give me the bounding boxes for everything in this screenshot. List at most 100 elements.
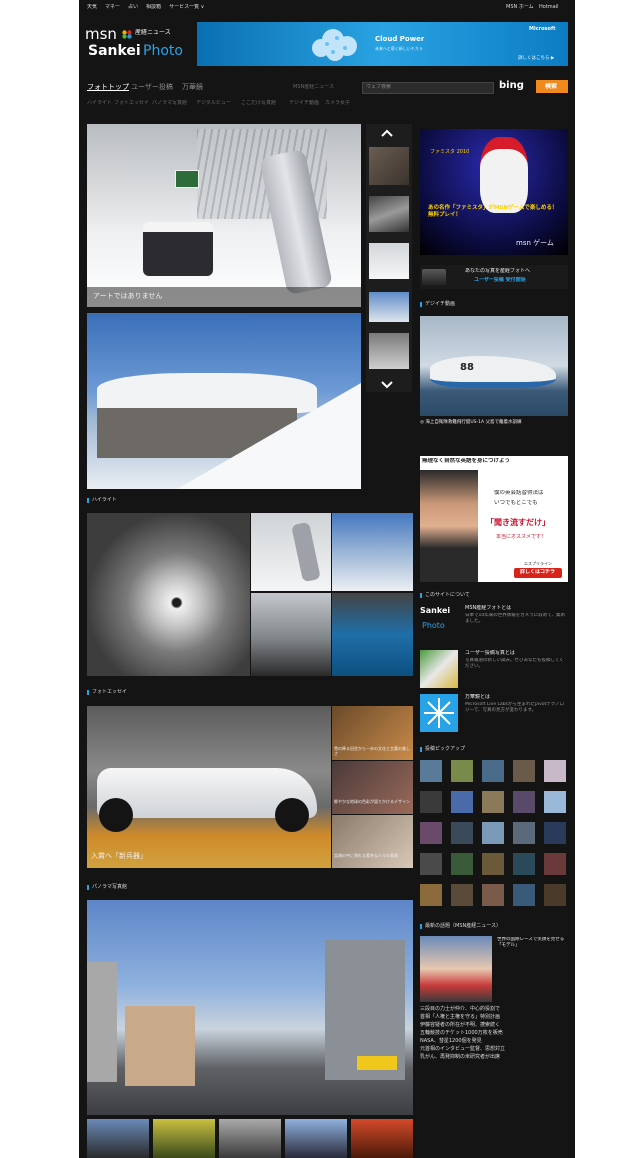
tab-photo-top[interactable]: フォトトップ [87, 83, 129, 92]
nav-msn-home[interactable]: MSN ホーム [506, 4, 534, 11]
topic-item-1[interactable]: 三段目の力士が仲介、中心的役割で [420, 1005, 568, 1013]
pickup-thumb[interactable] [420, 760, 442, 782]
about-item-1-title[interactable]: MSN産経フォトとは [465, 605, 511, 612]
topic-item-4[interactable]: 五輪競技のチケット1000万枚を販売 [420, 1029, 568, 1037]
pickup-thumb[interactable] [513, 822, 535, 844]
pickup-thumb[interactable] [513, 853, 535, 875]
essay-thumb-3[interactable]: 笑顔の中に現れる素朴な人々の表情 [332, 815, 413, 868]
tab-kaleidoscope[interactable]: 万華鏡 [182, 83, 203, 92]
topic-item-3[interactable]: 伊藤容疑者の所在が不明、捜索続く [420, 1021, 568, 1029]
english-learning-ad[interactable]: 無理なく自然な英語を身につけよう 僕の英会話習得法は いつでもどこでも 「聞き流… [420, 456, 568, 582]
pickup-thumb[interactable] [513, 760, 535, 782]
pickup-thumb[interactable] [482, 884, 504, 906]
highlight-typhoon-photo[interactable] [87, 513, 250, 676]
famista-title: あの名作「ファミスタ」がMSNゲームで楽しめる！無料プレイ！ [428, 205, 558, 218]
slideshow-caption: アートではありません [93, 292, 163, 300]
topic-item-2[interactable]: 首相「人権と主権を守る」特別計画 [420, 1013, 568, 1021]
site-logo[interactable]: msn 産経ニュース Sankei Photo [85, 22, 201, 68]
highlight-thumb-car[interactable] [251, 513, 331, 591]
banner-link[interactable]: 詳しくはこちら ▶ [518, 55, 554, 62]
pickup-thumb[interactable] [451, 791, 473, 813]
famista-year: ファミスタ 2010 [430, 149, 470, 155]
pickup-thumb[interactable] [544, 853, 566, 875]
panorama-thumb-3[interactable] [219, 1119, 281, 1158]
subnav-digital-view[interactable]: デジタルビュー [196, 100, 231, 107]
topics-lead-text[interactable]: 世界の国際レースで笑顔を見せる「モデル」 [497, 937, 567, 949]
search-input[interactable]: ウェブ検索 [362, 82, 494, 94]
tab-user-posts[interactable]: ユーザー投稿 [131, 83, 173, 92]
pickup-thumb[interactable] [420, 853, 442, 875]
about-item-2-title[interactable]: ユーザー投稿写真とは [465, 650, 515, 657]
subnav-koko-dake[interactable]: ここだけ写真館 [241, 100, 276, 107]
pickup-thumb[interactable] [451, 822, 473, 844]
highlight-thumb-soccer[interactable] [332, 593, 413, 676]
topic-item-7[interactable]: 乳がん、再発抑制の米研究者が出席 [420, 1053, 568, 1061]
pickup-thumb[interactable] [482, 822, 504, 844]
thumb-4[interactable] [369, 292, 409, 322]
pickup-thumb[interactable] [451, 884, 473, 906]
pickup-thumb[interactable] [451, 853, 473, 875]
thumb-1[interactable] [369, 147, 409, 185]
highlight-thumb-landscape[interactable] [251, 593, 331, 676]
english-ad-button[interactable]: 詳しくはコチラ [514, 568, 562, 578]
pickup-thumb[interactable] [513, 791, 535, 813]
slideshow-second-photo[interactable] [87, 313, 361, 489]
user-post-link[interactable]: ユーザー投稿 受付開始 [474, 277, 526, 284]
pickup-thumb[interactable] [482, 791, 504, 813]
highlight-thumb-snow[interactable] [332, 513, 413, 591]
scroll-up-icon[interactable] [379, 124, 395, 137]
panorama-thumb-5[interactable] [351, 1119, 413, 1158]
nav-fortune[interactable]: 占い [128, 4, 138, 10]
famista-game-ad[interactable]: ファミスタ 2010 あの名作「ファミスタ」がMSNゲームで楽しめる！無料プレイ… [420, 129, 568, 255]
thumb-5[interactable] [369, 333, 409, 369]
cloud-power-banner-ad[interactable]: Cloud Power 未来へと導く新しいチカラ Microsoft 詳しくはこ… [197, 22, 568, 66]
pickup-thumb[interactable] [482, 853, 504, 875]
essay-main-photo[interactable]: 入賞へ「新兵器」 [87, 706, 331, 868]
about-logo-photo: Photo [422, 621, 445, 630]
video-thumbnail[interactable]: 88 [420, 316, 568, 416]
search-button[interactable]: 検索 [536, 80, 568, 93]
scroll-down-icon[interactable] [379, 376, 395, 389]
nav-weather[interactable]: 天気 [87, 4, 97, 10]
topic-item-5[interactable]: NASA、彗星1200個を発見 [420, 1037, 568, 1045]
panorama-thumb-2[interactable] [153, 1119, 215, 1158]
pickup-thumb[interactable] [451, 760, 473, 782]
pickup-thumb[interactable] [482, 760, 504, 782]
subnav-highlight[interactable]: ハイライト [87, 100, 112, 107]
slideshow-main-photo[interactable]: アートではありません [87, 124, 361, 307]
pickup-thumb[interactable] [544, 791, 566, 813]
nav-money[interactable]: マネー [105, 4, 120, 10]
search-button-label: 検索 [545, 83, 558, 90]
video-caption[interactable]: ◎ 海上自衛隊救難飛行艇US-1A 父島で離着水訓練 [420, 420, 568, 426]
panorama-main-photo[interactable] [87, 900, 413, 1115]
nav-consult[interactable]: 相談箱 [146, 4, 161, 10]
panorama-thumb-1[interactable] [87, 1119, 149, 1158]
nav-services-dropdown[interactable]: サービス一覧 ∨ [169, 4, 204, 10]
brand-photo: Photo [143, 43, 183, 59]
thumb-3[interactable] [369, 243, 409, 279]
butterfly-icon [122, 24, 132, 39]
topics-lead-photo[interactable] [420, 936, 492, 1002]
subnav-panorama[interactable]: パノラマ写真館 [152, 100, 187, 107]
person-photo [420, 470, 478, 582]
pickup-thumb[interactable] [544, 884, 566, 906]
pickup-thumb[interactable] [420, 822, 442, 844]
pickup-thumb[interactable] [513, 884, 535, 906]
section-heading-highlight: ハイライト [87, 497, 117, 504]
subnav-photo-essay[interactable]: フォトエッセイ [114, 100, 149, 107]
thumb-2[interactable] [369, 196, 409, 232]
about-item-3-title[interactable]: 万華鏡とは [465, 694, 490, 701]
essay-thumb-1[interactable]: 雪の降る田舎から一歩の文化と言葉の美しさ [332, 706, 413, 760]
nav-hotmail[interactable]: Hotmail [539, 4, 559, 11]
user-post-banner[interactable]: あなたの写真を産経フォトへ ユーザー投稿 受付開始 [420, 265, 568, 289]
search-scope-label[interactable]: MSN産経ニュース [293, 84, 334, 91]
pickup-thumb[interactable] [420, 791, 442, 813]
pickup-thumb[interactable] [420, 884, 442, 906]
subnav-dejiichi-video[interactable]: デジイチ動画 [289, 100, 319, 107]
subnav-camera-girls[interactable]: カメラ女子 [325, 100, 350, 107]
pickup-thumb[interactable] [544, 760, 566, 782]
pickup-thumb[interactable] [544, 822, 566, 844]
essay-thumb-2[interactable]: 鮮やかな地球の色彩が語りかけるデザイン [332, 761, 413, 814]
topic-item-6[interactable]: 元首相のインタビュー監督、思想対立 [420, 1045, 568, 1053]
panorama-thumb-4[interactable] [285, 1119, 347, 1158]
